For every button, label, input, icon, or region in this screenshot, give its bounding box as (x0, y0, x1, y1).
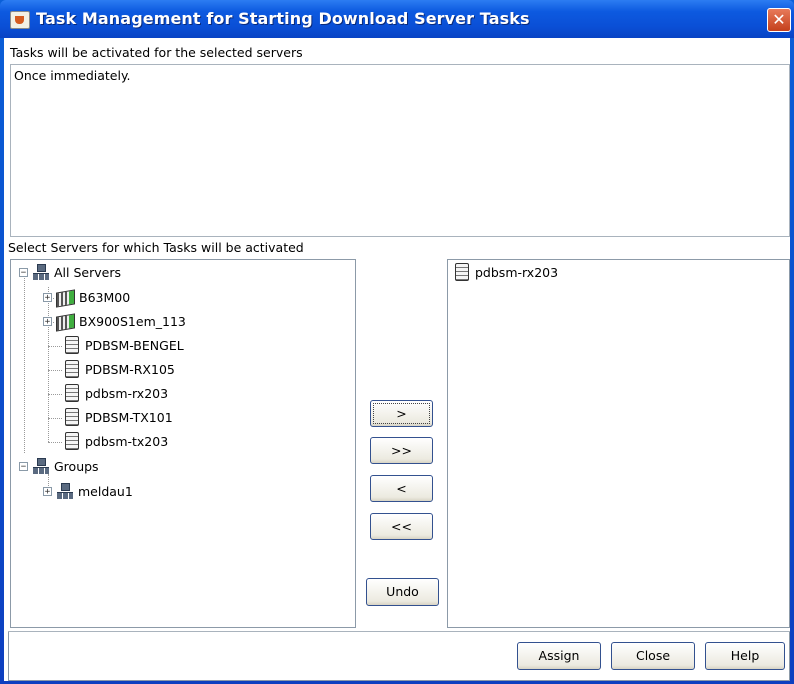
selected-servers-list[interactable]: pdbsm-rx203 (447, 259, 790, 628)
network-icon (56, 482, 74, 500)
java-cup-icon (10, 11, 30, 29)
activation-schedule-text[interactable]: Once immediately. (10, 64, 790, 237)
tree-node-label: Groups (54, 458, 99, 474)
tree-node-server[interactable]: PDBSM-RX105 (63, 359, 175, 379)
tree-node-label: B63M00 (79, 289, 131, 305)
activation-schedule-value: Once immediately. (14, 68, 131, 83)
tree-node-group[interactable]: + meldau1 (43, 481, 133, 501)
servers-label: Select Servers for which Tasks will be a… (8, 240, 304, 255)
undo-button[interactable]: Undo (366, 578, 439, 606)
server-rack-icon (56, 312, 75, 332)
tree-node-server[interactable]: pdbsm-tx203 (63, 431, 168, 451)
server-icon (65, 336, 79, 354)
activation-label: Tasks will be activated for the selected… (10, 45, 303, 60)
tree-node-label: BX900S1em_113 (79, 313, 186, 329)
server-rack-icon (56, 288, 75, 308)
tree-node-groups[interactable]: − Groups (19, 456, 99, 476)
expand-icon[interactable]: + (43, 292, 52, 302)
close-button[interactable]: Close (611, 642, 695, 670)
add-server-button[interactable]: > (370, 400, 433, 427)
tree-node-label: PDBSM-RX105 (85, 361, 175, 377)
network-icon (32, 457, 50, 475)
assign-button[interactable]: Assign (517, 642, 601, 670)
tree-node-label: pdbsm-rx203 (85, 385, 169, 401)
transfer-controls: > >> < << Undo (356, 259, 447, 628)
tree-node-server[interactable]: PDBSM-TX101 (63, 407, 173, 427)
add-all-servers-button[interactable]: >> (370, 437, 433, 464)
window-title: Task Management for Starting Download Se… (36, 9, 530, 28)
tree-node-label: meldau1 (78, 483, 133, 499)
remove-server-button[interactable]: < (370, 475, 433, 502)
tree-node-label: PDBSM-TX101 (85, 409, 173, 425)
title-bar[interactable]: Task Management for Starting Download Se… (0, 0, 794, 38)
tree-node-server[interactable]: pdbsm-rx203 (63, 383, 168, 403)
dialog-window: Task Management for Starting Download Se… (0, 0, 794, 684)
tree-node-label: PDBSM-BENGEL (85, 337, 184, 353)
server-icon (65, 432, 79, 450)
tree-node-label: All Servers (54, 264, 121, 280)
network-icon (32, 263, 50, 281)
server-icon (65, 360, 79, 378)
list-item[interactable]: pdbsm-rx203 (453, 262, 558, 282)
tree-node-server[interactable]: + B63M00 (43, 287, 131, 308)
tree-node-server[interactable]: PDBSM-BENGEL (63, 335, 184, 355)
tree-node-all-servers[interactable]: − All Servers (19, 262, 121, 282)
server-tree[interactable]: − All Servers + B63M00 + BX900S1em_113 P… (10, 259, 356, 628)
server-icon (65, 408, 79, 426)
button-bar: Assign Close Help (8, 632, 790, 681)
server-icon (65, 384, 79, 402)
close-window-button[interactable]: ✕ (767, 8, 791, 32)
tree-node-server[interactable]: + BX900S1em_113 (43, 311, 186, 332)
list-item-label: pdbsm-rx203 (475, 264, 559, 280)
collapse-icon[interactable]: − (19, 267, 28, 277)
remove-all-servers-button[interactable]: << (370, 513, 433, 540)
expand-icon[interactable]: + (43, 316, 52, 326)
server-icon (455, 263, 469, 281)
dialog-content: Tasks will be activated for the selected… (4, 38, 790, 681)
tree-node-label: pdbsm-tx203 (85, 433, 169, 449)
help-button[interactable]: Help (705, 642, 785, 670)
collapse-icon[interactable]: − (19, 461, 28, 471)
expand-icon[interactable]: + (43, 486, 52, 496)
